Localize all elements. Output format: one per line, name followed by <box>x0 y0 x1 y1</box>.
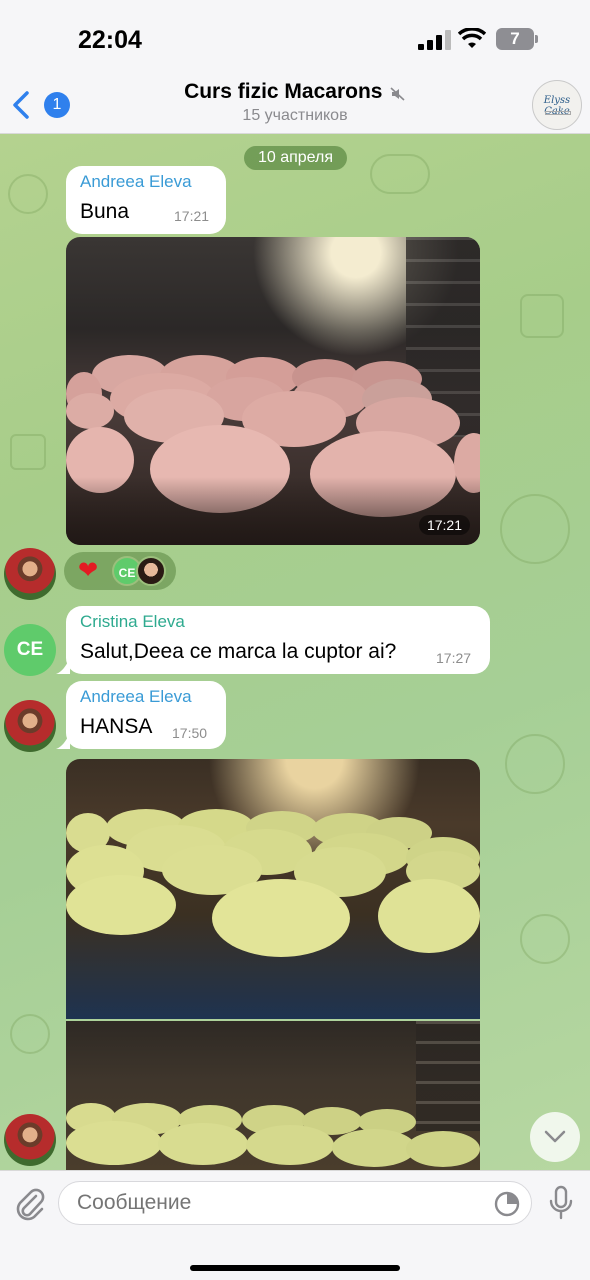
photo-message[interactable] <box>66 1021 480 1170</box>
group-avatar[interactable]: Elyss Cake <box>532 80 582 130</box>
message-bubble[interactable]: Andreea Eleva HANSA 17:50 <box>66 681 226 749</box>
message-time: 17:21 <box>174 208 210 224</box>
chevron-left-icon <box>13 91 29 119</box>
message-text: HANSA <box>80 715 153 738</box>
bubble-tail <box>56 658 70 674</box>
photo-time: 17:21 <box>418 515 470 535</box>
chat-title: Curs fizic Macarons <box>184 80 383 103</box>
macarons-photo <box>66 237 480 545</box>
top-bar: 22:04 7 1 Curs fizic Macarons 15 участни… <box>0 0 590 134</box>
macarons-photo <box>66 1021 480 1170</box>
paperclip-icon[interactable] <box>14 1187 46 1221</box>
bubble-tail <box>56 733 70 749</box>
message-bubble[interactable]: Andreea Eleva Buna 17:21 <box>66 166 226 234</box>
logo-divider <box>545 111 571 115</box>
message-bubble[interactable]: Cristina Eleva Salut,Deea ce marca la cu… <box>66 606 490 674</box>
back-button[interactable]: 1 <box>10 88 70 122</box>
heart-reaction[interactable]: ❤ <box>78 558 98 584</box>
wifi-icon <box>458 28 486 48</box>
reactor-avatar <box>136 556 166 586</box>
avatar[interactable]: CE <box>4 624 56 676</box>
message-input[interactable] <box>58 1181 532 1225</box>
avatar[interactable] <box>4 1114 56 1166</box>
scroll-down-button[interactable] <box>530 1112 580 1162</box>
sticker-icon[interactable] <box>494 1191 520 1217</box>
reactions[interactable]: ❤ CE <box>64 552 176 590</box>
chevron-down-icon <box>544 1130 566 1143</box>
sender-name: Andreea Eleva <box>80 687 192 706</box>
member-count: 15 участников <box>242 107 348 124</box>
message-time: 17:27 <box>436 650 472 666</box>
home-indicator <box>190 1265 400 1271</box>
cellular-signal-icon <box>418 30 451 50</box>
sender-name: Cristina Eleva <box>80 612 185 631</box>
battery-icon: 7 <box>496 28 538 50</box>
avatar[interactable] <box>4 548 56 600</box>
date-separator: 10 апреля <box>244 146 347 170</box>
muted-speaker-icon <box>390 87 405 101</box>
avatar[interactable] <box>4 700 56 752</box>
message-time: 17:50 <box>172 725 208 741</box>
sender-name: Andreea Eleva <box>80 172 192 191</box>
chat-header[interactable]: Curs fizic Macarons 15 участников <box>120 80 470 125</box>
unread-badge: 1 <box>44 92 70 118</box>
message-text: Buna <box>80 200 130 223</box>
photo-message[interactable] <box>66 759 480 1019</box>
macarons-photo <box>66 759 480 1019</box>
photo-message[interactable]: 17:21 <box>66 237 480 545</box>
microphone-icon[interactable] <box>548 1185 574 1221</box>
status-time: 22:04 <box>78 26 142 54</box>
message-text: Salut,Deea ce marca la cuptor ai? <box>80 640 397 663</box>
chat-area[interactable]: 10 апреля Andreea Eleva Buna 17:21 17:21… <box>0 134 590 1170</box>
composer <box>0 1170 590 1280</box>
